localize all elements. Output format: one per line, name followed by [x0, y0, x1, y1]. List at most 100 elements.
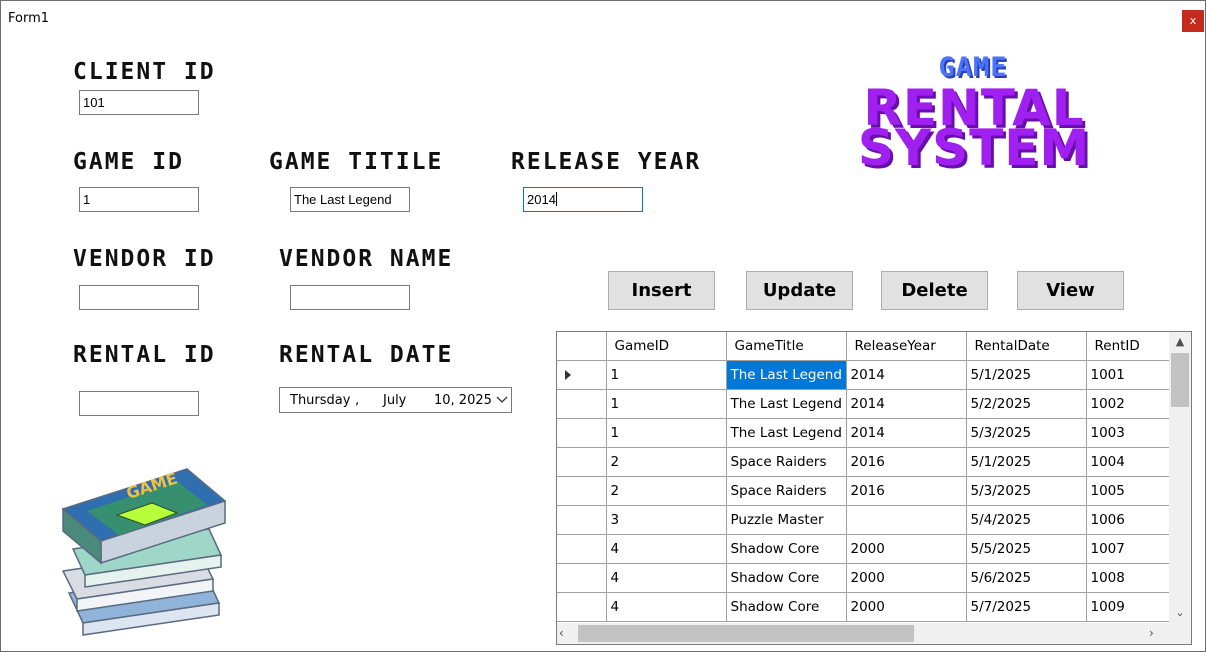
table-cell[interactable]: 1002 — [1086, 389, 1172, 419]
row-header[interactable] — [557, 534, 607, 564]
row-header[interactable] — [557, 592, 607, 622]
table-cell[interactable]: 1001 — [1086, 360, 1172, 390]
row-header[interactable] — [557, 505, 607, 535]
table-cell[interactable]: Shadow Core — [726, 534, 847, 564]
table-cell[interactable]: 1005 — [1086, 476, 1172, 506]
game-title-field[interactable]: The Last Legend — [290, 187, 410, 212]
table-cell[interactable]: 5/7/2025 — [966, 592, 1087, 622]
table-row[interactable]: 2 Space Raiders 2016 5/1/2025 1004 — [557, 447, 1172, 477]
table-cell[interactable]: The Last Legend — [726, 418, 847, 448]
table-cell[interactable]: 1 — [606, 389, 727, 419]
table-cell[interactable]: 5/1/2025 — [966, 360, 1087, 390]
vertical-scroll-thumb[interactable] — [1171, 353, 1189, 407]
table-row[interactable]: 2 Space Raiders 2016 5/3/2025 1005 — [557, 476, 1172, 506]
date-month[interactable]: July — [383, 393, 406, 408]
table-cell[interactable]: 1009 — [1086, 592, 1172, 622]
insert-button[interactable]: Insert — [608, 271, 715, 310]
row-header[interactable] — [557, 447, 607, 477]
table-row[interactable]: 1 The Last Legend 2014 5/3/2025 1003 — [557, 418, 1172, 448]
game-id-field[interactable]: 1 — [79, 187, 199, 212]
table-row[interactable]: 3 Puzzle Master 5/4/2025 1006 — [557, 505, 1172, 535]
table-cell[interactable]: 2016 — [846, 447, 967, 477]
column-header-gameid[interactable]: GameID — [606, 332, 727, 361]
scroll-right-icon[interactable]: › — [1149, 623, 1165, 644]
table-cell[interactable]: 1008 — [1086, 563, 1172, 593]
table-cell[interactable] — [846, 505, 967, 535]
table-cell[interactable]: The Last Legend — [726, 360, 847, 390]
table-cell[interactable]: 2014 — [846, 418, 967, 448]
view-button[interactable]: View — [1017, 271, 1124, 310]
table-cell[interactable]: 2000 — [846, 563, 967, 593]
table-cell[interactable]: 5/3/2025 — [966, 476, 1087, 506]
chevron-down-icon[interactable] — [494, 391, 510, 409]
vendor-name-field[interactable] — [290, 285, 410, 310]
delete-button[interactable]: Delete — [881, 271, 988, 310]
rental-date-picker[interactable]: Thursday , July 10, 2025 — [279, 387, 512, 413]
table-cell[interactable]: 4 — [606, 563, 727, 593]
column-header-gametitle[interactable]: GameTitle — [726, 332, 847, 361]
date-day[interactable]: Thursday — [290, 393, 350, 408]
table-cell[interactable]: 2000 — [846, 592, 967, 622]
table-cell[interactable]: Puzzle Master — [726, 505, 847, 535]
vendor-id-field[interactable] — [79, 285, 199, 310]
table-cell[interactable]: 2014 — [846, 360, 967, 390]
table-cell[interactable]: 1 — [606, 360, 727, 390]
scroll-left-icon[interactable]: ‹ — [559, 623, 575, 644]
table-cell[interactable]: Space Raiders — [726, 447, 847, 477]
vertical-scrollbar[interactable]: ▲ ⌄ — [1169, 332, 1191, 623]
table-cell[interactable]: 5/2/2025 — [966, 389, 1087, 419]
game-rental-logo: GAME RENTAL SYSTEM — [837, 53, 1111, 177]
client-id-label: CLiENT ID — [73, 59, 216, 85]
table-cell[interactable]: 5/6/2025 — [966, 563, 1087, 593]
table-cell[interactable]: 4 — [606, 534, 727, 564]
rentals-grid[interactable]: GameID GameTitle ReleaseYear RentalDate … — [556, 331, 1192, 645]
table-row[interactable]: 1 The Last Legend 2014 5/1/2025 1001 — [557, 360, 1172, 390]
logo-line-system: SYSTEM — [857, 119, 1091, 177]
table-cell[interactable]: 5/1/2025 — [966, 447, 1087, 477]
column-header-rentid[interactable]: RentID — [1086, 332, 1172, 361]
table-cell[interactable]: 1004 — [1086, 447, 1172, 477]
table-cell[interactable]: 2 — [606, 447, 727, 477]
table-cell[interactable]: 1007 — [1086, 534, 1172, 564]
update-button[interactable]: Update — [746, 271, 853, 310]
release-year-field[interactable]: 2014 — [523, 187, 643, 212]
horizontal-scrollbar[interactable]: ‹ › — [557, 623, 1169, 644]
date-separator: , — [355, 393, 360, 408]
table-cell[interactable]: 2014 — [846, 389, 967, 419]
row-header[interactable] — [557, 389, 607, 419]
row-header[interactable] — [557, 476, 607, 506]
table-cell[interactable]: Space Raiders — [726, 476, 847, 506]
current-row-arrow-icon — [565, 369, 571, 380]
row-header[interactable] — [557, 418, 607, 448]
table-cell[interactable]: 5/5/2025 — [966, 534, 1087, 564]
table-row[interactable]: 4 Shadow Core 2000 5/5/2025 1007 — [557, 534, 1172, 564]
rental-id-field[interactable] — [79, 391, 199, 416]
client-id-field[interactable]: 101 — [79, 90, 199, 115]
table-row[interactable]: 4 Shadow Core 2000 5/6/2025 1008 — [557, 563, 1172, 593]
row-header[interactable] — [557, 360, 607, 390]
table-cell[interactable]: The Last Legend — [726, 389, 847, 419]
scroll-down-icon[interactable]: ⌄ — [1169, 604, 1191, 624]
table-cell[interactable]: 2 — [606, 476, 727, 506]
table-cell[interactable]: Shadow Core — [726, 563, 847, 593]
table-row[interactable]: 1 The Last Legend 2014 5/2/2025 1002 — [557, 389, 1172, 419]
table-cell[interactable]: 1 — [606, 418, 727, 448]
table-cell[interactable]: 2016 — [846, 476, 967, 506]
table-cell[interactable]: 5/3/2025 — [966, 418, 1087, 448]
scroll-up-icon[interactable]: ▲ — [1169, 332, 1191, 352]
table-cell[interactable]: 1003 — [1086, 418, 1172, 448]
grid-corner[interactable] — [557, 332, 607, 361]
horizontal-scroll-thumb[interactable] — [578, 625, 914, 642]
close-button[interactable]: x — [1182, 10, 1204, 32]
table-cell[interactable]: Shadow Core — [726, 592, 847, 622]
column-header-rentaldate[interactable]: RentalDate — [966, 332, 1087, 361]
table-cell[interactable]: 3 — [606, 505, 727, 535]
table-cell[interactable]: 2000 — [846, 534, 967, 564]
row-header[interactable] — [557, 563, 607, 593]
table-cell[interactable]: 5/4/2025 — [966, 505, 1087, 535]
table-cell[interactable]: 1006 — [1086, 505, 1172, 535]
date-day-year[interactable]: 10, 2025 — [434, 393, 492, 408]
table-row[interactable]: 4 Shadow Core 2000 5/7/2025 1009 — [557, 592, 1172, 622]
column-header-releaseyear[interactable]: ReleaseYear — [846, 332, 967, 361]
table-cell[interactable]: 4 — [606, 592, 727, 622]
